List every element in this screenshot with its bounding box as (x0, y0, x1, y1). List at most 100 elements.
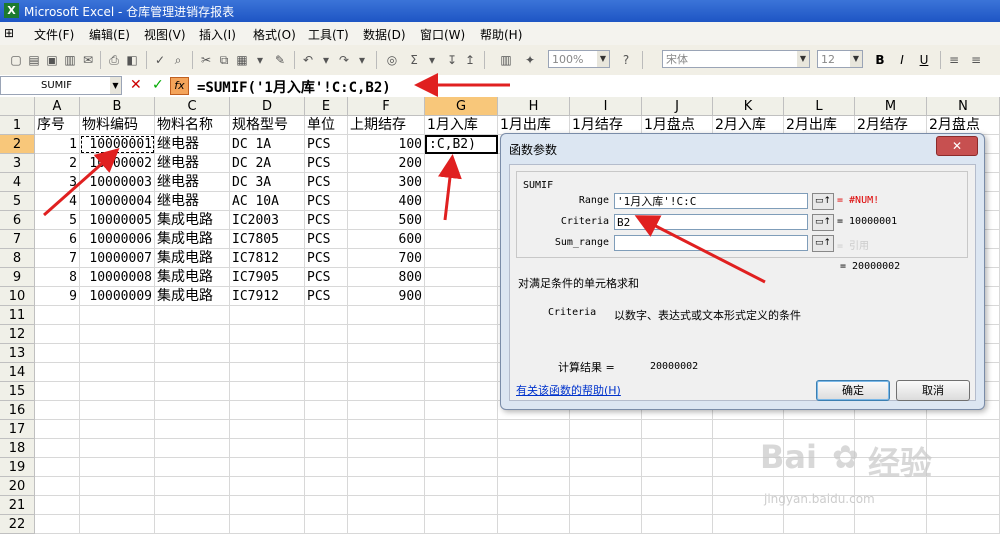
cell-f9[interactable]: 800 (348, 268, 425, 287)
cell-g19[interactable] (425, 458, 498, 477)
cell-c11[interactable] (155, 306, 230, 325)
cell-e4[interactable]: PCS (305, 173, 348, 192)
row-header-19[interactable]: 19 (0, 458, 35, 477)
cell-e16[interactable] (305, 401, 348, 420)
cell-i21[interactable] (570, 496, 642, 515)
cell-j20[interactable] (642, 477, 713, 496)
copy-icon[interactable]: ⧉ (216, 52, 232, 68)
cell-d21[interactable] (230, 496, 305, 515)
cell-c19[interactable] (155, 458, 230, 477)
criteria-input[interactable]: B2 (614, 214, 808, 230)
zoom-select[interactable]: 100% ▼ (548, 50, 610, 68)
cell-a13[interactable] (35, 344, 80, 363)
header-cell-f1[interactable]: 上期结存 (348, 116, 425, 135)
menu-file[interactable]: 文件(F) (34, 26, 74, 43)
cell-e21[interactable] (305, 496, 348, 515)
permission-icon[interactable]: ▥ (62, 52, 78, 68)
print-icon[interactable]: ⎙ (106, 52, 122, 68)
menu-view[interactable]: 视图(V) (144, 26, 186, 43)
row-header-13[interactable]: 13 (0, 344, 35, 363)
cell-g9[interactable] (425, 268, 498, 287)
dropdown-icon[interactable]: ▾ (252, 52, 268, 68)
cell-f7[interactable]: 600 (348, 230, 425, 249)
cell-b21[interactable] (80, 496, 155, 515)
row-header-2[interactable]: 2 (0, 135, 35, 154)
help-icon[interactable]: ? (618, 52, 634, 68)
hyperlink-icon[interactable]: ◎ (384, 52, 400, 68)
column-header-l[interactable]: L (784, 97, 855, 116)
header-cell-c1[interactable]: 物料名称 (155, 116, 230, 135)
cancel-formula-button[interactable]: ✕ (130, 77, 142, 93)
cell-d14[interactable] (230, 363, 305, 382)
cell-e2[interactable]: PCS (305, 135, 348, 154)
cell-h22[interactable] (498, 515, 570, 534)
align-left-icon[interactable]: ≡ (946, 52, 962, 68)
cell-d10[interactable]: IC7912 (230, 287, 305, 306)
cell-d16[interactable] (230, 401, 305, 420)
column-header-a[interactable]: A (35, 97, 80, 116)
cell-g14[interactable] (425, 363, 498, 382)
column-header-g[interactable]: G (425, 97, 498, 116)
cell-g11[interactable] (425, 306, 498, 325)
cell-d22[interactable] (230, 515, 305, 534)
drawing-icon[interactable]: ✦ (522, 52, 538, 68)
cell-e13[interactable] (305, 344, 348, 363)
row-header-1[interactable]: 1 (0, 116, 35, 135)
save-icon[interactable]: ▣ (44, 52, 60, 68)
sort-descending-icon[interactable]: ↥ (462, 52, 478, 68)
cell-b9[interactable]: 10000008 (80, 268, 155, 287)
collapse-dialog-icon[interactable]: ▭↑ (812, 193, 834, 210)
cell-a5[interactable]: 4 (35, 192, 80, 211)
cancel-button[interactable]: 取消 (896, 380, 970, 401)
cell-c9[interactable]: 集成电路 (155, 268, 230, 287)
cell-g16[interactable] (425, 401, 498, 420)
cell-c10[interactable]: 集成电路 (155, 287, 230, 306)
undo-icon[interactable]: ↶ (300, 52, 316, 68)
cell-f22[interactable] (348, 515, 425, 534)
cell-a15[interactable] (35, 382, 80, 401)
cell-i19[interactable] (570, 458, 642, 477)
cell-g7[interactable] (425, 230, 498, 249)
close-button[interactable]: ✕ (936, 136, 978, 156)
underline-button[interactable]: U (916, 52, 932, 68)
cell-c17[interactable] (155, 420, 230, 439)
cell-i20[interactable] (570, 477, 642, 496)
collapse-dialog-icon[interactable]: ▭↑ (812, 214, 834, 231)
cell-b19[interactable] (80, 458, 155, 477)
cell-a6[interactable]: 5 (35, 211, 80, 230)
cell-f20[interactable] (348, 477, 425, 496)
column-header-k[interactable]: K (713, 97, 784, 116)
cell-h19[interactable] (498, 458, 570, 477)
cell-b11[interactable] (80, 306, 155, 325)
cell-d11[interactable] (230, 306, 305, 325)
cell-m17[interactable] (855, 420, 927, 439)
cell-c3[interactable]: 继电器 (155, 154, 230, 173)
cell-f2[interactable]: 100 (348, 135, 425, 154)
cell-g20[interactable] (425, 477, 498, 496)
cell-f19[interactable] (348, 458, 425, 477)
cell-c2[interactable]: 继电器 (155, 135, 230, 154)
cell-a9[interactable]: 8 (35, 268, 80, 287)
row-header-20[interactable]: 20 (0, 477, 35, 496)
cell-k17[interactable] (713, 420, 784, 439)
row-header-17[interactable]: 17 (0, 420, 35, 439)
cell-g8[interactable] (425, 249, 498, 268)
cell-h21[interactable] (498, 496, 570, 515)
column-header-m[interactable]: M (855, 97, 927, 116)
menu-edit[interactable]: 编辑(E) (89, 26, 130, 43)
cell-a18[interactable] (35, 439, 80, 458)
name-box[interactable]: SUMIF ▼ (0, 76, 122, 95)
cell-g22[interactable] (425, 515, 498, 534)
row-header-8[interactable]: 8 (0, 249, 35, 268)
row-header-9[interactable]: 9 (0, 268, 35, 287)
cell-e18[interactable] (305, 439, 348, 458)
cell-d18[interactable] (230, 439, 305, 458)
ok-button[interactable]: 确定 (816, 380, 890, 401)
cell-i18[interactable] (570, 439, 642, 458)
cell-a17[interactable] (35, 420, 80, 439)
header-cell-d1[interactable]: 规格型号 (230, 116, 305, 135)
cell-j22[interactable] (642, 515, 713, 534)
cell-f13[interactable] (348, 344, 425, 363)
header-cell-e1[interactable]: 单位 (305, 116, 348, 135)
cell-a8[interactable]: 7 (35, 249, 80, 268)
